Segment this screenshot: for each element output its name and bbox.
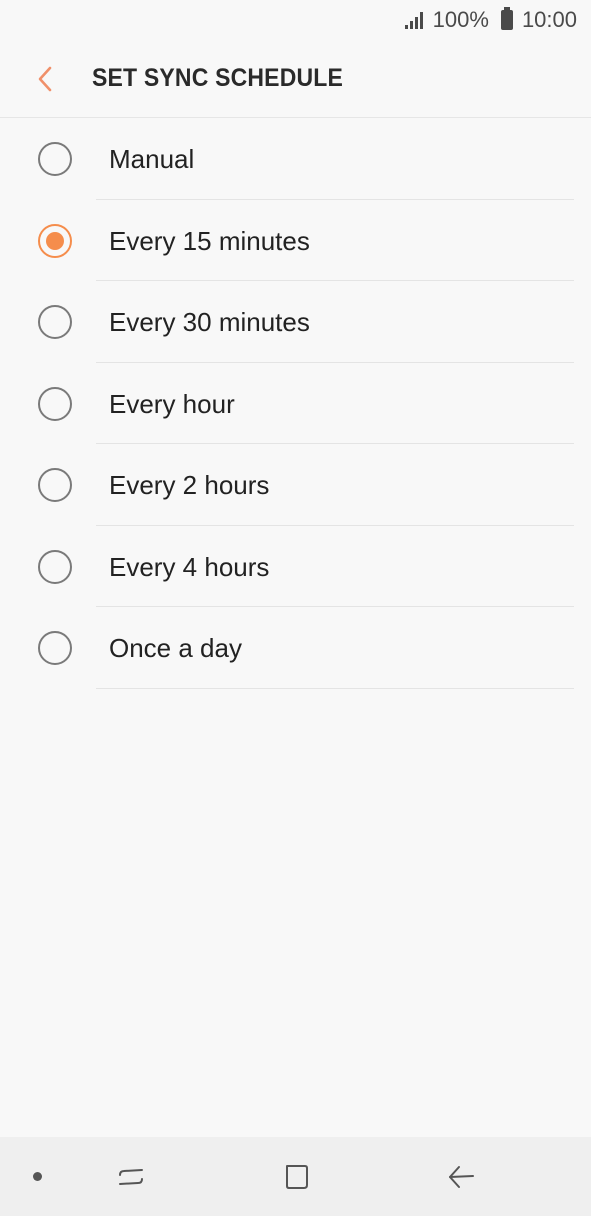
- option-manual[interactable]: Manual: [0, 118, 591, 200]
- option-every-30-minutes[interactable]: Every 30 minutes: [0, 281, 591, 363]
- radio-button-selected[interactable]: [38, 223, 72, 258]
- radio-button[interactable]: [38, 549, 72, 584]
- navigation-bar: [0, 1137, 591, 1216]
- option-label: Manual: [109, 144, 195, 174]
- radio-button[interactable]: [38, 305, 72, 339]
- option-every-4-hours[interactable]: Every 4 hours: [0, 526, 591, 607]
- option-label: Once a day: [109, 633, 242, 663]
- radio-button[interactable]: [38, 386, 72, 421]
- option-label: Every 4 hours: [109, 551, 270, 582]
- dot-icon: [33, 1172, 42, 1181]
- option-label: Every 15 minutes: [109, 225, 310, 256]
- status-bar: 100% 10:00: [0, 0, 591, 40]
- back-nav-button[interactable]: [441, 1157, 481, 1197]
- home-icon: [286, 1165, 308, 1189]
- recents-icon: [119, 1169, 143, 1185]
- home-button[interactable]: [276, 1157, 316, 1197]
- battery-percent: 100%: [432, 7, 489, 32]
- sync-schedule-options: Manual Every 15 minutes Every 30 minutes…: [0, 118, 591, 689]
- chevron-left-icon: [38, 66, 52, 92]
- option-every-15-minutes[interactable]: Every 15 minutes: [0, 200, 591, 281]
- screen: 100% 10:00 SET SYNC SCHEDULE Manual Ever…: [0, 0, 591, 1216]
- app-header: SET SYNC SCHEDULE: [0, 40, 591, 118]
- recents-button[interactable]: [111, 1157, 151, 1197]
- option-label: Every 2 hours: [109, 470, 270, 500]
- radio-button[interactable]: [38, 468, 72, 502]
- radio-button[interactable]: [38, 631, 72, 665]
- option-label: Every hour: [109, 388, 235, 419]
- back-arrow-icon: [449, 1166, 474, 1188]
- option-once-a-day[interactable]: Once a day: [0, 607, 591, 689]
- option-label: Every 30 minutes: [109, 307, 310, 337]
- clock: 10:00: [521, 7, 577, 32]
- divider: [96, 687, 574, 689]
- back-button[interactable]: [28, 62, 62, 96]
- battery-icon: [500, 7, 513, 30]
- radio-button[interactable]: [38, 142, 72, 176]
- signal-icon: [404, 11, 423, 29]
- page-title: SET SYNC SCHEDULE: [92, 64, 344, 92]
- option-every-2-hours[interactable]: Every 2 hours: [0, 444, 591, 526]
- option-every-hour[interactable]: Every hour: [0, 363, 591, 444]
